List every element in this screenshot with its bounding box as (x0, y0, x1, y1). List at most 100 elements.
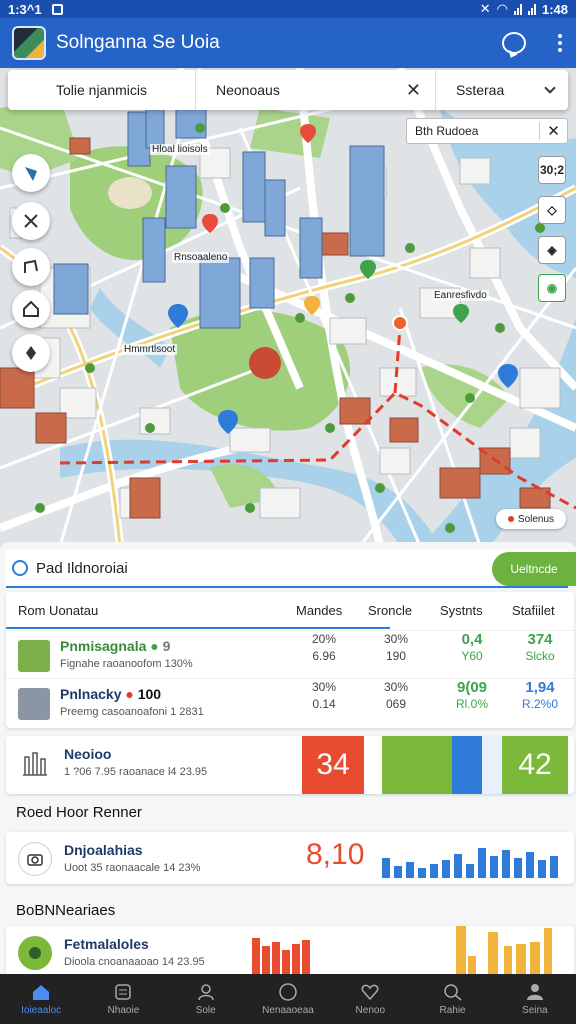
nav-label: Nenaaoeaa (262, 1005, 314, 1016)
nav-profile[interactable]: Seina (494, 974, 576, 1024)
mute-icon: ✕ (479, 1, 491, 16)
nav-search[interactable]: Rahie (411, 974, 493, 1024)
more-menu-icon[interactable] (556, 34, 564, 52)
app-bar: Solnganna Se Uoia (0, 18, 576, 68)
nav-label: Nhaoie (107, 1005, 140, 1016)
row-sub: Fignahe raoanoofom 130% (60, 658, 193, 670)
wifi-icon: ◠ (496, 1, 508, 16)
signal-icon (513, 3, 522, 15)
nav-label: Nenoo (355, 1005, 385, 1016)
nav-list[interactable]: Nhaoie (82, 974, 164, 1024)
camera-icon (18, 842, 52, 876)
row-sub: Preemg casoanoafoni 1 2831 (60, 706, 204, 718)
info-icon (12, 560, 28, 576)
comparison-table: Rom Uonatau Mandes Sroncle Systnts Stafi… (6, 592, 574, 728)
route-chip-label: Bth Rudoea (415, 124, 479, 138)
directions-icon[interactable]: ◈ (538, 236, 566, 264)
locate-icon[interactable]: ◇ (538, 196, 566, 224)
row-cell-1: 20% 6.96 (311, 632, 337, 663)
nav-people[interactable]: Sole (165, 974, 247, 1024)
map-legend[interactable]: Solenus (496, 509, 566, 529)
route-dot-icon (507, 516, 514, 522)
map-label-north: Hloal lioisols (150, 144, 210, 155)
row-cell-2: 30% 190 (383, 632, 409, 663)
status-time: 1:3^1 (8, 1, 42, 17)
row-name: Pnmisagnala ● 9 (60, 638, 171, 654)
section-title-2: BoBNNeariaes (16, 902, 116, 919)
home-icon[interactable] (12, 290, 50, 328)
destination-value: Neonoaus (216, 82, 280, 98)
bottom-nav: Ioieaaloc Nhaoie Sole Nenaaoeaa Nenoo Ra… (0, 974, 576, 1024)
tools-icon[interactable] (12, 202, 50, 240)
stat-tile-green (382, 736, 452, 794)
col-header-3: Systnts (440, 602, 483, 618)
heart-icon (359, 982, 381, 1002)
table-row[interactable]: Pnmisagnala ● 9 Fignahe raoanoofom 130% … (6, 630, 574, 678)
scale-indicator: 30;2 (538, 156, 566, 184)
table-row[interactable]: Pnlnacky ● 100 Preemg casoanoafoni 1 283… (6, 678, 574, 726)
details-panel: Pad Ildnoroiai Ueltncde Rom Uonatau Mand… (0, 542, 576, 974)
chevron-down-icon (544, 82, 556, 94)
nav-label: Rahie (439, 1005, 466, 1016)
row-cell-3: 0,4 Y60 (461, 631, 483, 663)
row-cell-4: 374 Slcko (525, 631, 555, 663)
col-header-4: Stafiilet (512, 602, 555, 618)
clear-destination-icon[interactable]: ✕ (406, 80, 421, 101)
map-label-east: Eanresfivdo (432, 290, 489, 301)
building-icon (18, 746, 52, 780)
nav-home[interactable]: Ioieaaloc (0, 974, 82, 1024)
app-logo (12, 26, 46, 60)
profile-icon (524, 982, 546, 1002)
stat-value: 8,10 (306, 838, 365, 871)
list-item-sub: Dioola cnoanaaoao 14 23.95 (64, 956, 205, 968)
nav-label: Ioieaaloc (21, 1005, 62, 1016)
map-label-center: Rnsoaaleno (172, 252, 230, 263)
map-label-west: Hmmrtlsoot (122, 344, 178, 355)
col-header-2: Sroncle (368, 602, 413, 618)
people-icon (195, 982, 217, 1002)
destination-field[interactable]: Neonoaus ✕ (196, 70, 436, 110)
list-item[interactable]: Fetmalaloles Dioola cnoanaaoao 14 23.95 (6, 926, 574, 974)
list-item-sub: 1 ?06 7.95 raoanace l4 23.95 (64, 766, 208, 778)
list-item[interactable]: Neoioo 1 ?06 7.95 raoanace l4 23.95 34 4… (6, 736, 574, 794)
row-cell-1: 30% 0.14 (311, 680, 337, 711)
compass-icon[interactable] (12, 334, 50, 372)
mini-bar-chart (382, 848, 558, 878)
row-cell-4: 1,94 R.2%0 (521, 679, 559, 711)
traffic-icon[interactable]: ◉ (538, 274, 566, 302)
col-header-name: Rom Uonatau (18, 602, 99, 618)
legend-pill[interactable]: Ueltncde (492, 552, 576, 586)
notification-icon (51, 3, 63, 15)
nav-label: Seina (522, 1005, 548, 1016)
app-title: Solnganna Se Uoia (56, 32, 220, 53)
close-route-icon[interactable]: ✕ (539, 122, 567, 140)
list-item[interactable]: Dnjoalahias Uoot 35 raonaacale 14 23% 8,… (6, 832, 574, 884)
section-title-1: Roed Hoor Renner (16, 804, 142, 821)
place-thumbnail (18, 640, 50, 672)
place-thumbnail (18, 688, 50, 720)
location-field[interactable]: Tolie njanmicis (8, 70, 196, 110)
nav-favorites[interactable]: Nenoo (329, 974, 411, 1024)
chat-icon[interactable] (502, 32, 526, 54)
list-icon (112, 982, 134, 1002)
row-cell-2: 30% 069 (383, 680, 409, 711)
bar-chart-strip (252, 926, 552, 974)
route-chip[interactable]: Bth Rudoea ✕ (406, 118, 568, 144)
park-icon (18, 936, 52, 970)
filter-value: Ssteraa (456, 82, 505, 98)
nav-explore[interactable]: Nenaaoeaa (247, 974, 329, 1024)
measure-icon[interactable] (12, 248, 50, 286)
status-clock: 1:48 (541, 1, 568, 17)
signal-icon-2 (527, 3, 536, 15)
layers-icon[interactable] (12, 154, 50, 192)
nav-label: Sole (195, 1005, 216, 1016)
stat-tile-blue (452, 736, 502, 794)
table-header-underline (6, 627, 390, 629)
circle-icon (277, 982, 299, 1002)
status-icons: ✕ ◠ 1:48 (480, 1, 568, 17)
map-legend-label: Solenus (517, 513, 555, 525)
stat-tile-red: 34 (302, 736, 364, 794)
filter-select[interactable]: Ssteraa (436, 70, 568, 110)
status-bar: 1:3^1 ✕ ◠ 1:48 (0, 0, 576, 18)
list-item-name: Dnjoalahias (64, 842, 143, 858)
